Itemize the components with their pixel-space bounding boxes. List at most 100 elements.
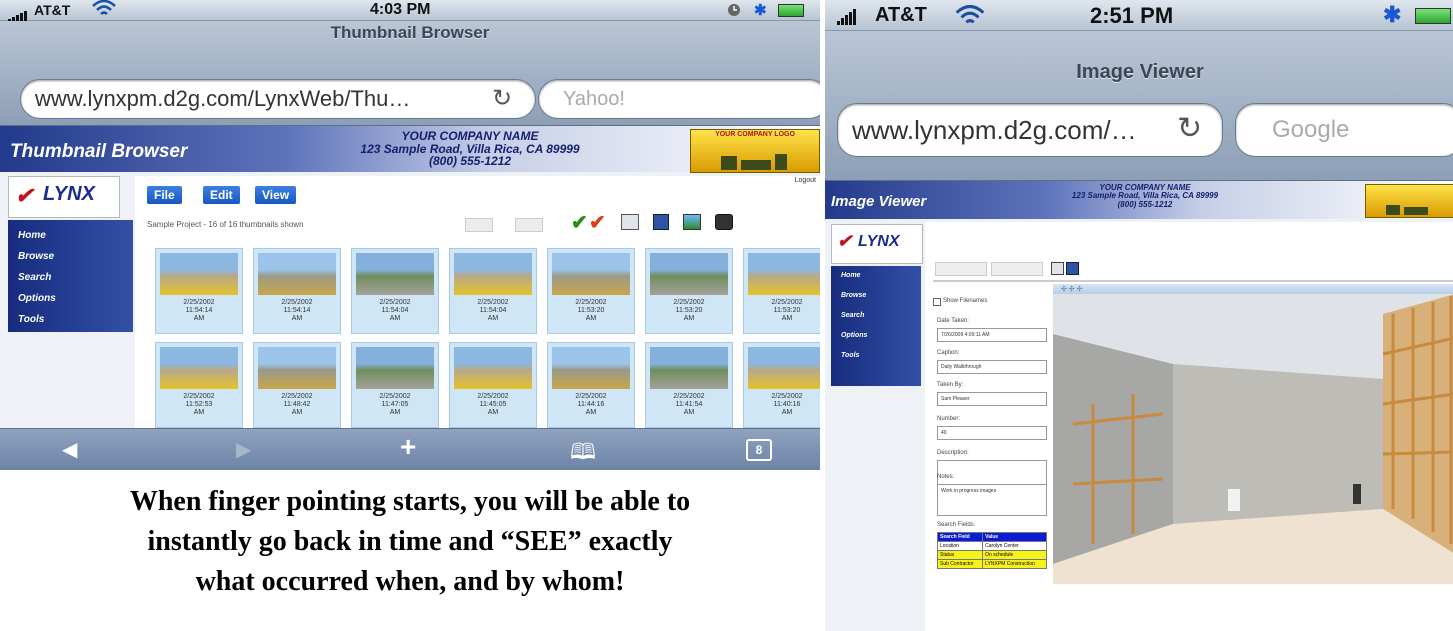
nav-options[interactable]: Options — [841, 332, 867, 339]
main-photo[interactable] — [1053, 294, 1453, 584]
date-taken-label: Date Taken: — [937, 318, 969, 324]
menu-edit[interactable]: Edit — [203, 186, 240, 204]
thumbnail-image — [748, 253, 820, 295]
menu-view[interactable]: View — [255, 186, 297, 204]
save-icon[interactable] — [653, 214, 669, 230]
reload-icon[interactable]: ↻ — [492, 84, 512, 113]
caption-field[interactable]: Daily Walkthrough — [937, 360, 1047, 374]
photo-toolbar: ✣ ✣ ✣ — [1053, 284, 1453, 294]
nav-tools[interactable]: Tools — [841, 352, 859, 359]
caption-line-3: what occurred when, and by whom! — [195, 566, 625, 597]
notes-field[interactable]: Work in progress images — [937, 484, 1047, 516]
thumbnail-image — [356, 347, 434, 389]
print-icon[interactable] — [1051, 262, 1064, 275]
nav-search[interactable]: Search — [841, 312, 864, 319]
thumbnail-timestamp: 2/25/2002 11:54:04 AM — [477, 299, 509, 322]
nav-browse[interactable]: Browse — [841, 292, 866, 299]
company-info: YOUR COMPANY NAME 123 Sample Road, Villa… — [995, 183, 1295, 209]
image-icon[interactable] — [683, 214, 701, 230]
pages-count: 8 — [755, 443, 763, 457]
pages-icon[interactable]: 8 — [746, 439, 772, 461]
clock-label: 2:51 PM — [1090, 3, 1174, 28]
left-phone-screen: AT&T 4:03 PM ✱ Thumbnail Browser www.lyn… — [0, 0, 820, 470]
prev-button[interactable] — [935, 262, 987, 276]
nav-tools[interactable]: Tools — [18, 314, 44, 325]
nav-home[interactable]: Home — [841, 272, 860, 279]
browser-chrome: Thumbnail Browser www.lynxpm.d2g.com/Lyn… — [0, 21, 820, 126]
project-info: Sample Project - 16 of 16 thumbnails sho… — [147, 220, 304, 229]
thumbnail-item[interactable]: 2/25/2002 11:47:05 AM — [351, 342, 439, 428]
zoom-icons[interactable]: ✣ ✣ ✣ — [1061, 285, 1101, 293]
lynx-logo: ✔ LYNX — [831, 224, 923, 264]
notes-label: Notes: — [937, 474, 955, 480]
select-check-icon[interactable]: ✔ — [589, 210, 606, 235]
description-label: Description: — [937, 450, 969, 456]
number-label: Number: — [937, 416, 961, 422]
search-field[interactable]: Google — [1235, 103, 1453, 157]
alarm-icon — [727, 3, 741, 22]
thumbnail-item[interactable]: 2/25/2002 11:53:20 AM — [645, 248, 733, 334]
thumbnail-item[interactable]: 2/25/2002 11:53:20 AM — [743, 248, 820, 334]
lynx-swoosh-icon: ✔ — [15, 183, 34, 208]
thumbnail-image — [552, 253, 630, 295]
thumbnail-item[interactable]: 2/25/2002 11:54:14 AM — [155, 248, 243, 334]
thumbnail-image — [650, 347, 728, 389]
thumbnail-image — [356, 253, 434, 295]
show-filenames-checkbox[interactable] — [933, 298, 941, 306]
company-phone: (800) 555-1212 — [1117, 199, 1173, 209]
thumbnail-timestamp: 2/25/2002 11:54:14 AM — [281, 299, 313, 322]
menu-file[interactable]: File — [147, 186, 182, 204]
thumbnail-item[interactable]: 2/25/2002 11:44:16 AM — [547, 342, 635, 428]
thumbnail-item[interactable]: 2/25/2002 11:53:20 AM — [547, 248, 635, 334]
print-icon[interactable] — [621, 214, 639, 230]
carrier-label: AT&T — [875, 4, 927, 26]
thumbnail-item[interactable]: 2/25/2002 11:54:04 AM — [449, 248, 537, 334]
thumbnail-timestamp: 2/25/2002 11:41:54 AM — [673, 393, 705, 416]
show-filenames-label: Show Filenames — [943, 298, 988, 304]
search-placeholder: Google — [1272, 116, 1350, 143]
taken-by-field[interactable]: Sam Pleaser — [937, 392, 1047, 406]
thumbnail-timestamp: 2/25/2002 11:44:16 AM — [575, 393, 607, 416]
number-field[interactable]: 40 — [937, 426, 1047, 440]
thumbnail-item[interactable]: 2/25/2002 11:41:54 AM — [645, 342, 733, 428]
thumbnail-item[interactable]: 2/25/2002 11:52:53 AM — [155, 342, 243, 428]
next-page-button[interactable] — [515, 218, 543, 232]
camera-icon[interactable] — [715, 214, 733, 230]
reload-icon[interactable]: ↻ — [1177, 111, 1202, 146]
select-all-check-icon[interactable]: ✔ — [571, 210, 588, 235]
url-field[interactable]: www.lynxpm.d2g.com/… — [837, 103, 1223, 157]
forward-icon[interactable]: ▶ — [236, 437, 251, 462]
search-field[interactable]: Yahoo! — [538, 79, 820, 119]
thumbnail-timestamp: 2/25/2002 11:52:53 AM — [183, 393, 215, 416]
add-bookmark-icon[interactable]: + — [400, 431, 416, 463]
url-field[interactable]: www.lynxpm.d2g.com/LynxWeb/Thu… — [20, 79, 536, 119]
next-button[interactable] — [991, 262, 1043, 276]
company-logo: YOUR COMPANY LOGO — [690, 129, 820, 173]
thumbnail-timestamp: 2/25/2002 11:45:05 AM — [477, 393, 509, 416]
back-icon[interactable]: ◀ — [62, 437, 77, 462]
nav-home[interactable]: Home — [18, 230, 46, 241]
battery-icon — [1415, 8, 1451, 24]
save-icon[interactable] — [1066, 262, 1079, 275]
thumbnail-item[interactable]: 2/25/2002 11:48:42 AM — [253, 342, 341, 428]
thumbnail-timestamp: 2/25/2002 11:47:05 AM — [379, 393, 411, 416]
construction-scene-image — [1053, 294, 1453, 584]
date-taken-field[interactable]: 7/26/2009 4:09:11 AM — [937, 328, 1047, 342]
nav-browse[interactable]: Browse — [18, 251, 54, 262]
table-row: Location Carolyn Center — [936, 541, 1047, 551]
logout-link[interactable]: Logout — [795, 177, 816, 184]
thumbnail-image — [454, 347, 532, 389]
thumbnail-item[interactable]: 2/25/2002 11:54:04 AM — [351, 248, 439, 334]
lynx-logo: ✔ LYNX — [8, 176, 120, 218]
thumbnail-timestamp: 2/25/2002 11:53:20 AM — [575, 299, 607, 322]
thumbnail-item[interactable]: 2/25/2002 11:45:05 AM — [449, 342, 537, 428]
table-row: Status On schedule — [936, 550, 1047, 560]
bookmarks-icon[interactable]: 🕮 — [570, 435, 596, 470]
prev-page-button[interactable] — [465, 218, 493, 232]
table-row: Sub Contractor LYNXPM Construction — [936, 559, 1047, 569]
nav-search[interactable]: Search — [18, 272, 51, 283]
table-header: Search Field — [936, 532, 984, 542]
thumbnail-item[interactable]: 2/25/2002 11:40:16 AM — [743, 342, 820, 428]
thumbnail-item[interactable]: 2/25/2002 11:54:14 AM — [253, 248, 341, 334]
nav-options[interactable]: Options — [18, 293, 56, 304]
